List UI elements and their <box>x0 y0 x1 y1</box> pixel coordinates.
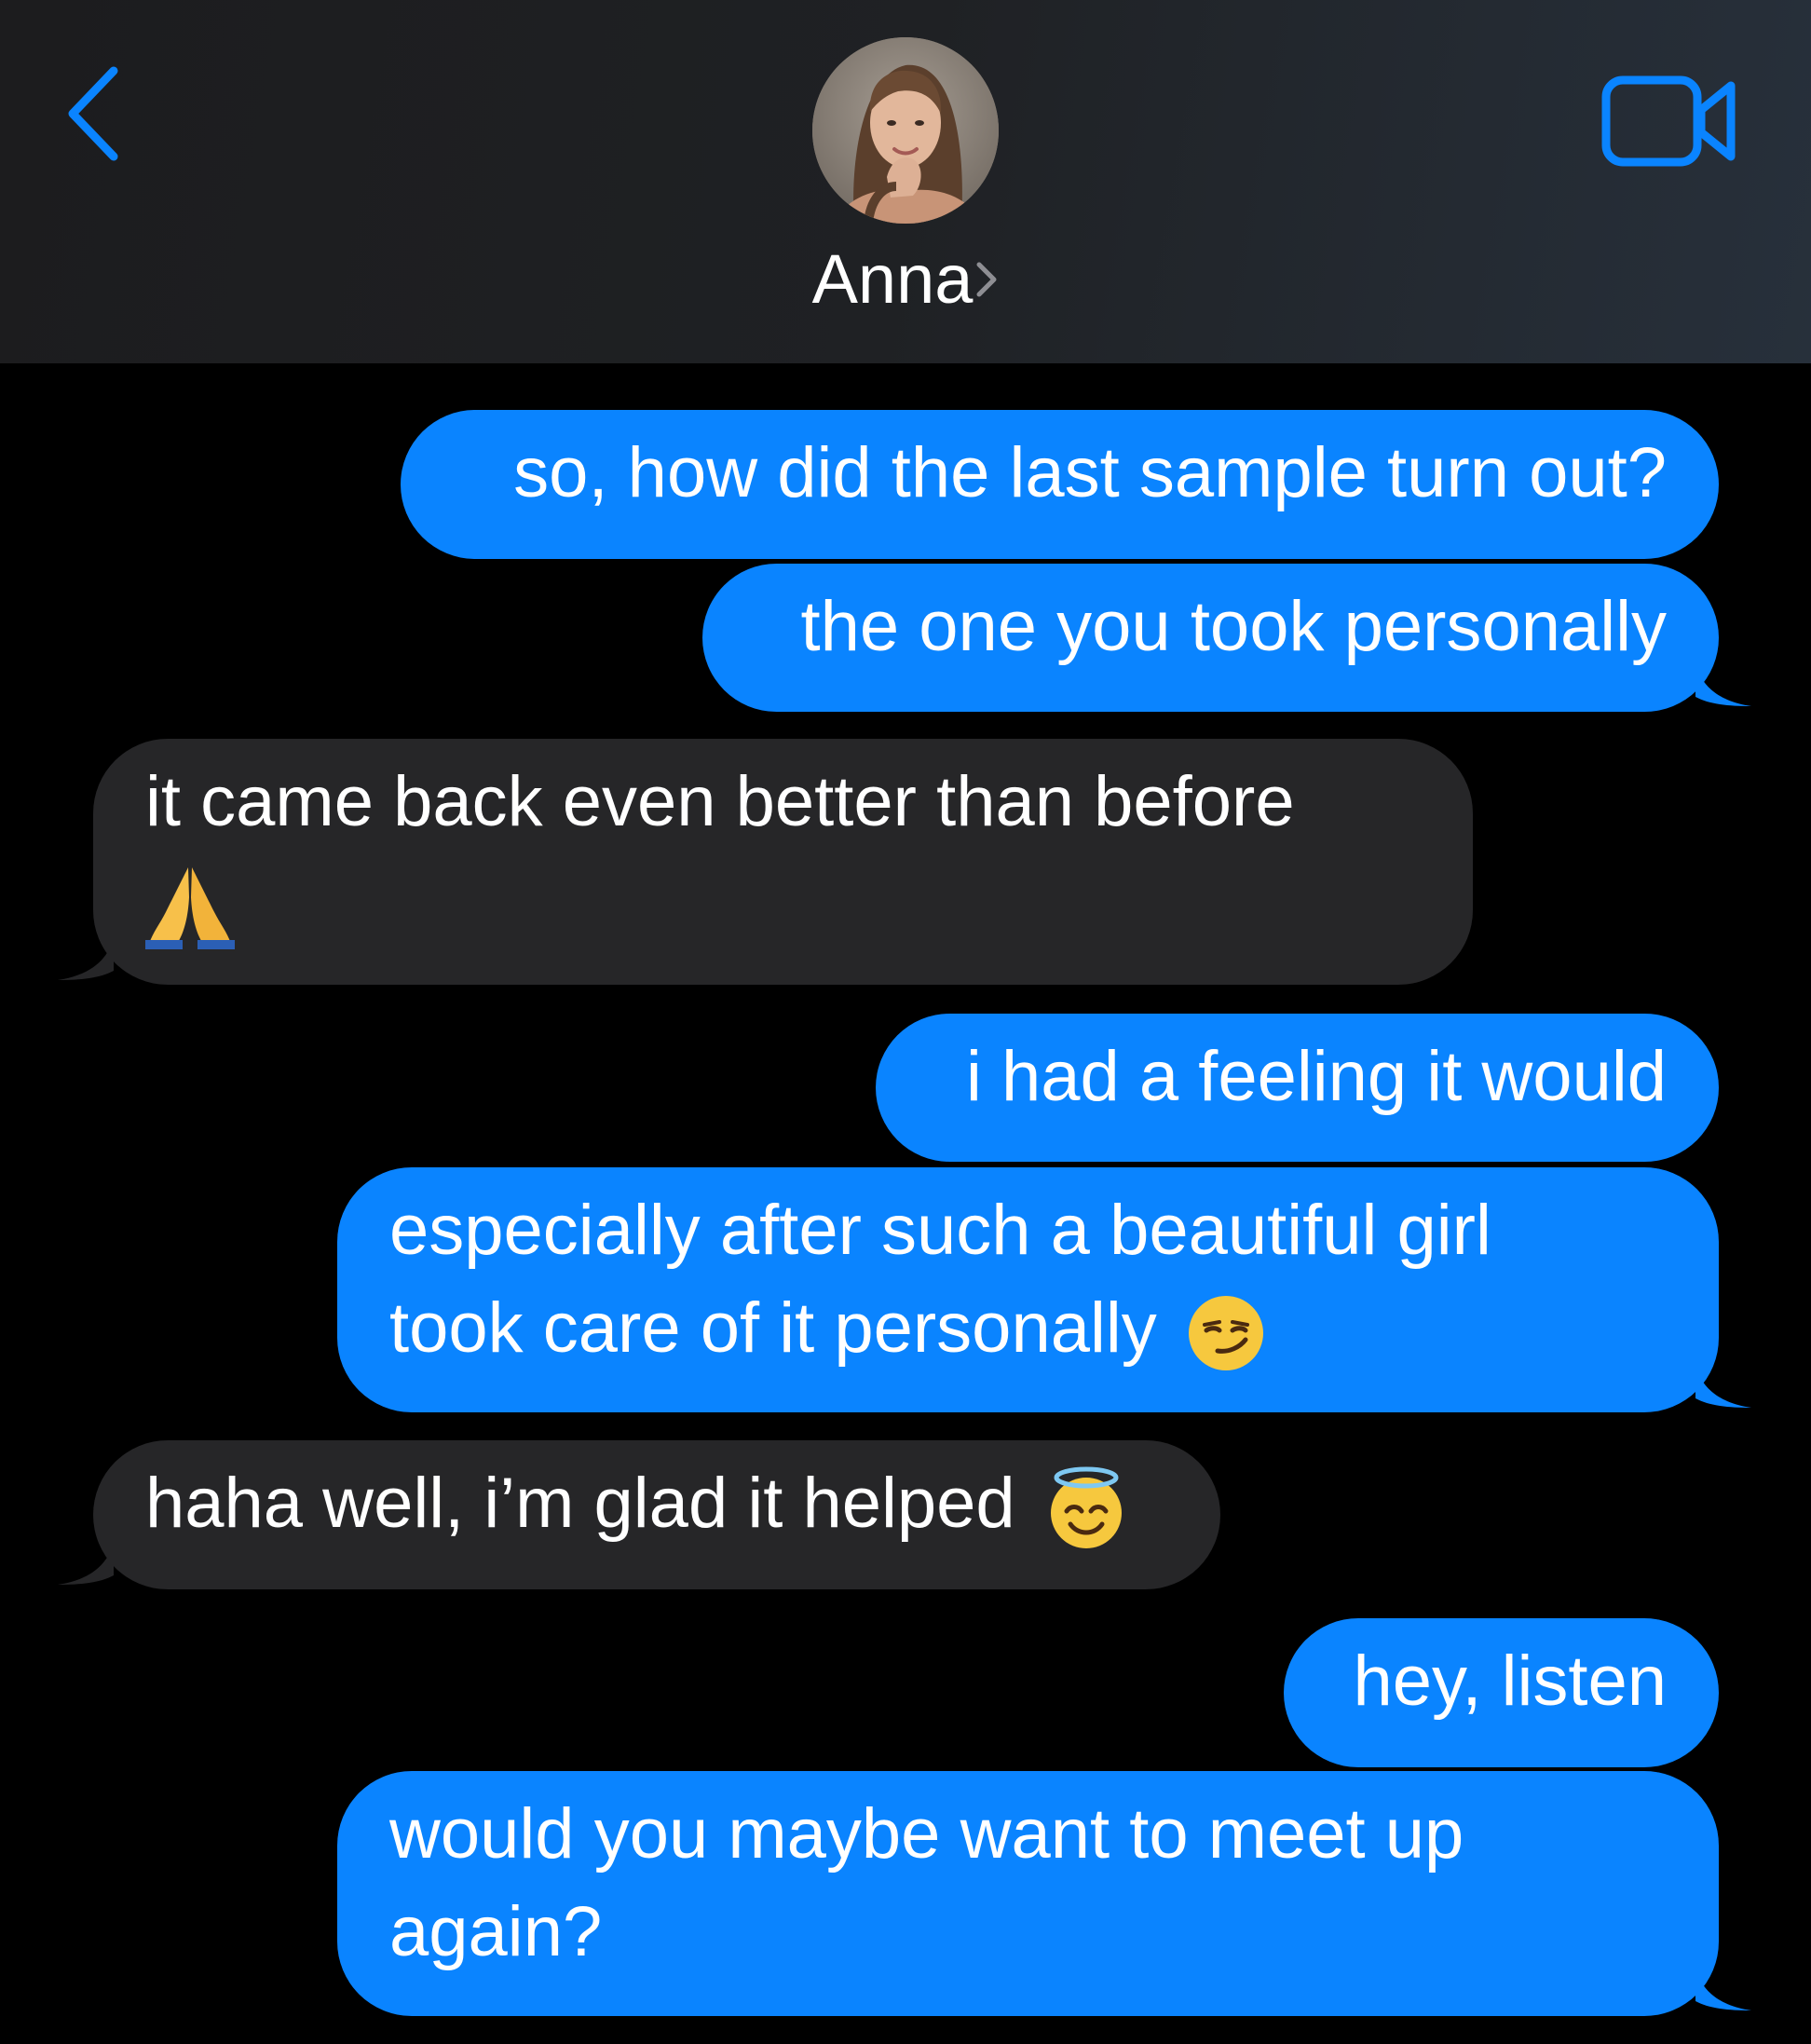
folded-hands-emoji <box>145 866 235 949</box>
message-bubble-sent[interactable]: hey, listen <box>1284 1618 1719 1767</box>
message-text-line: again? <box>389 1892 603 1971</box>
back-button[interactable] <box>56 58 130 170</box>
contact-name: Anna <box>811 240 974 318</box>
bubble-tail <box>58 937 114 980</box>
bubble-tail <box>1695 1365 1751 1408</box>
bubble-tail <box>58 1542 114 1585</box>
message-text: it came back even better than before <box>145 762 1295 841</box>
conversation-header: Anna <box>0 0 1811 363</box>
bubble-tail <box>1695 663 1751 706</box>
message-text: hey, listen <box>1353 1642 1667 1721</box>
message-bubble-sent[interactable]: would you maybe want to meet up again? <box>337 1771 1719 2016</box>
message-text-line: especially after such a beautiful girl <box>389 1191 1491 1270</box>
message-bubble-received[interactable]: haha well, i’m glad it helped <box>93 1440 1220 1589</box>
message-text-line: would you maybe want to meet up <box>389 1794 1464 1874</box>
avatar[interactable] <box>812 37 999 224</box>
message-bubble-sent[interactable]: i had a feeling it would <box>876 1014 1719 1162</box>
chevron-left-icon <box>68 66 118 161</box>
contact-photo <box>812 37 999 224</box>
video-camera-icon <box>1601 75 1736 167</box>
message-bubble-sent[interactable]: especially after such a beautiful girl t… <box>337 1167 1719 1412</box>
message-bubble-sent[interactable]: the one you took personally <box>702 564 1719 712</box>
video-call-button[interactable] <box>1600 73 1740 171</box>
chevron-right-icon <box>976 262 997 297</box>
smirking-face-emoji <box>1188 1295 1263 1370</box>
message-bubble-sent[interactable]: so, how did the last sample turn out? <box>401 410 1719 559</box>
message-bubble-received[interactable]: it came back even better than before <box>93 739 1473 985</box>
message-text-line: took care of it personally <box>389 1288 1157 1368</box>
message-text: so, how did the last sample turn out? <box>513 433 1667 512</box>
smiling-face-with-halo-emoji <box>1050 1466 1122 1548</box>
message-text: i had a feeling it would <box>965 1037 1667 1116</box>
message-text: the one you took personally <box>800 587 1667 666</box>
bubble-tail <box>1695 1968 1751 2010</box>
message-text: haha well, i’m glad it helped <box>145 1464 1015 1543</box>
contact-name-button[interactable]: Anna <box>0 233 1811 326</box>
